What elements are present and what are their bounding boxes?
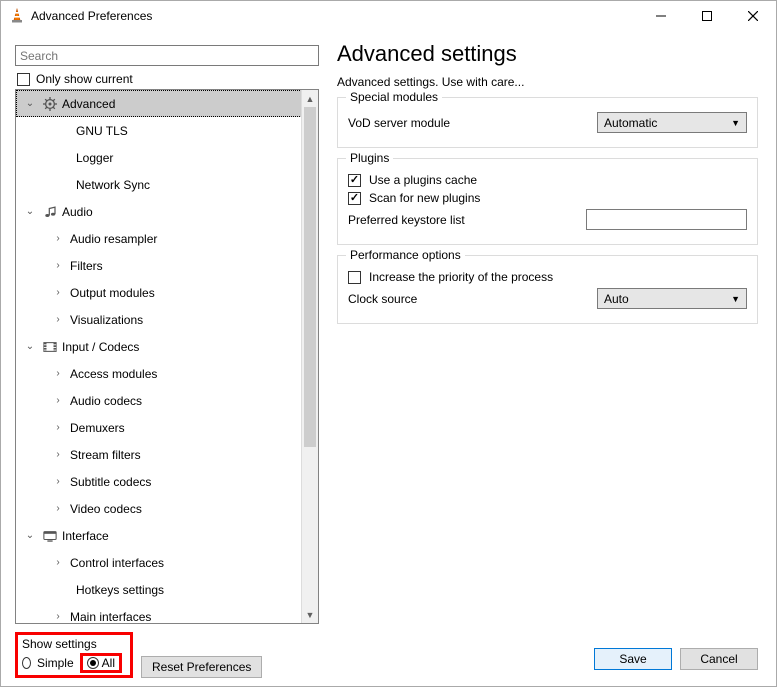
iface-icon [42, 528, 58, 544]
tree-item-label: Main interfaces [70, 610, 151, 624]
tree-item-label: GNU TLS [76, 124, 128, 138]
tree-item-label: Interface [62, 529, 109, 543]
tree-item-label: Demuxers [70, 421, 125, 435]
tree-item[interactable]: ›Audio codecs [16, 387, 318, 414]
show-settings-legend: Show settings [22, 637, 122, 651]
only-show-current-checkbox[interactable] [17, 73, 30, 86]
scan-new-plugins-checkbox[interactable] [348, 192, 361, 205]
note-icon [42, 204, 58, 220]
group-special-modules: Special modules VoD server module Automa… [337, 97, 758, 148]
tree-item-label: Filters [70, 259, 103, 273]
scroll-thumb[interactable] [304, 107, 316, 447]
tree-item-label: Subtitle codecs [70, 475, 151, 489]
tree-item[interactable]: ·Logger [16, 144, 318, 171]
tree-item[interactable]: ›Video codecs [16, 495, 318, 522]
radio-all[interactable] [87, 657, 99, 669]
vod-label: VoD server module [348, 116, 578, 130]
tree-item-label: Stream filters [70, 448, 141, 462]
tree-item-label: Input / Codecs [62, 340, 139, 354]
increase-priority-checkbox[interactable] [348, 271, 361, 284]
tree-scrollbar[interactable]: ▲ ▼ [301, 90, 318, 623]
tree-item-label: Output modules [70, 286, 155, 300]
tree-item-label: Visualizations [70, 313, 143, 327]
clock-source-value: Auto [604, 292, 629, 306]
tree-item[interactable]: ›Stream filters [16, 441, 318, 468]
scroll-down-icon[interactable]: ▼ [302, 606, 318, 623]
tree-item[interactable]: ›Audio resampler [16, 225, 318, 252]
radio-all-highlight: All [80, 653, 122, 673]
titlebar: Advanced Preferences [1, 1, 776, 31]
minimize-button[interactable] [638, 1, 684, 31]
page-subtitle: Advanced settings. Use with care... [337, 75, 758, 89]
cancel-button[interactable]: Cancel [680, 648, 758, 670]
keystore-label: Preferred keystore list [348, 213, 578, 227]
tree-item[interactable]: ·Hotkeys settings [16, 576, 318, 603]
window-title: Advanced Preferences [31, 9, 638, 23]
page-title: Advanced settings [337, 41, 758, 67]
reset-preferences-button[interactable]: Reset Preferences [141, 656, 262, 678]
tree-item[interactable]: ⌄Interface [16, 522, 318, 549]
radio-simple-label: Simple [37, 656, 74, 670]
tree-item[interactable]: ·Network Sync [16, 171, 318, 198]
tree-item-label: Audio resampler [70, 232, 157, 246]
vlc-icon [9, 8, 25, 24]
gear-icon [42, 96, 58, 112]
use-plugins-cache-label: Use a plugins cache [369, 173, 477, 187]
tree-item-label: Audio [62, 205, 93, 219]
show-settings-box: Show settings Simple All [15, 632, 133, 678]
tree-item[interactable]: ·GNU TLS [16, 117, 318, 144]
radio-all-label: All [102, 656, 115, 670]
group-performance: Performance options Increase the priorit… [337, 255, 758, 324]
tree-item[interactable]: ›Filters [16, 252, 318, 279]
tree-item-label: Audio codecs [70, 394, 142, 408]
scan-new-plugins-label: Scan for new plugins [369, 191, 480, 205]
tree-item[interactable]: ›Control interfaces [16, 549, 318, 576]
tree-item[interactable]: ⌄Advanced [16, 90, 318, 117]
tree-item-label: Network Sync [76, 178, 150, 192]
chevron-down-icon: ▼ [731, 118, 740, 128]
clock-source-label: Clock source [348, 292, 578, 306]
only-show-current-label: Only show current [36, 72, 133, 86]
only-show-current-row[interactable]: Only show current [15, 69, 319, 89]
tree-item[interactable]: ⌄Input / Codecs [16, 333, 318, 360]
scroll-up-icon[interactable]: ▲ [302, 90, 318, 107]
clock-source-select[interactable]: Auto ▼ [597, 288, 747, 309]
use-plugins-cache-checkbox[interactable] [348, 174, 361, 187]
tree-item[interactable]: ›Output modules [16, 279, 318, 306]
chevron-down-icon: ▼ [731, 294, 740, 304]
tree-item-label: Hotkeys settings [76, 583, 164, 597]
close-button[interactable] [730, 1, 776, 31]
tree-item[interactable]: ›Access modules [16, 360, 318, 387]
settings-tree[interactable]: ⌄Advanced·GNU TLS·Logger·Network Sync⌄Au… [16, 90, 318, 623]
group-performance-legend: Performance options [346, 248, 465, 262]
keystore-input[interactable] [586, 209, 747, 230]
radio-simple[interactable] [22, 657, 31, 669]
tree-item[interactable]: ›Visualizations [16, 306, 318, 333]
tree-item[interactable]: ›Demuxers [16, 414, 318, 441]
tree-item[interactable]: ⌄Audio [16, 198, 318, 225]
tree-item[interactable]: ›Subtitle codecs [16, 468, 318, 495]
tree-item-label: Video codecs [70, 502, 142, 516]
tree-item-label: Logger [76, 151, 113, 165]
tree-item-label: Advanced [62, 97, 115, 111]
save-button[interactable]: Save [594, 648, 672, 670]
codec-icon [42, 339, 58, 355]
tree-item[interactable]: ›Main interfaces [16, 603, 318, 623]
vod-select[interactable]: Automatic ▼ [597, 112, 747, 133]
tree-item-label: Control interfaces [70, 556, 164, 570]
group-plugins: Plugins Use a plugins cache Scan for new… [337, 158, 758, 245]
vod-select-value: Automatic [604, 116, 657, 130]
group-special-legend: Special modules [346, 90, 442, 104]
search-input[interactable] [15, 45, 319, 66]
increase-priority-label: Increase the priority of the process [369, 270, 553, 284]
tree-item-label: Access modules [70, 367, 157, 381]
group-plugins-legend: Plugins [346, 151, 393, 165]
maximize-button[interactable] [684, 1, 730, 31]
